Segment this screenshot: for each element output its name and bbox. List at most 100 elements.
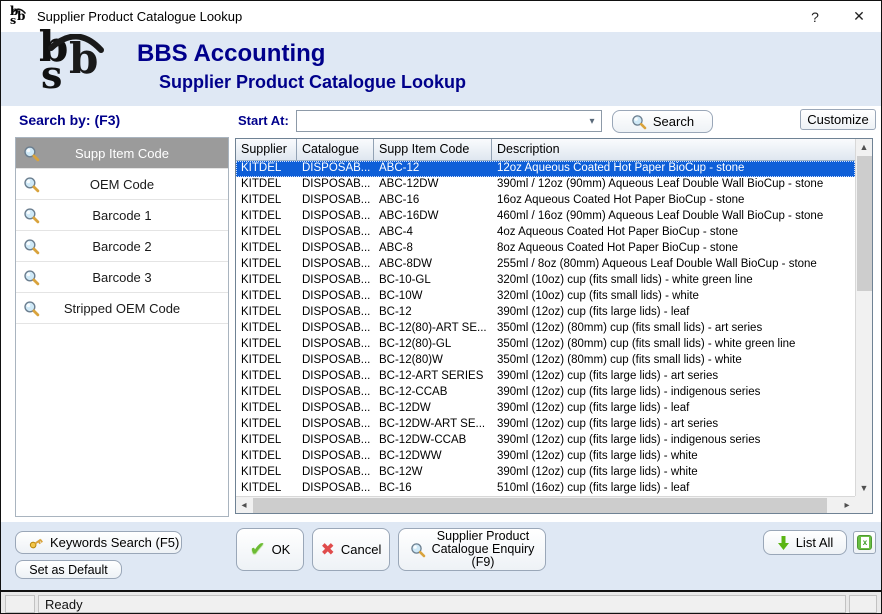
column-header-catalogue[interactable]: Catalogue <box>297 139 374 160</box>
cancel-button[interactable]: ✖ Cancel <box>312 528 390 571</box>
cell-description: 390ml (12oz) cup (fits large lids) - art… <box>492 417 855 433</box>
scroll-right-icon[interactable]: ▸ <box>839 497 855 513</box>
table-row[interactable]: KITDEL DISPOSAB... BC-10W 320ml (10oz) c… <box>236 289 855 305</box>
cell-description: 255ml / 8oz (80mm) Aqueous Leaf Double W… <box>492 257 855 273</box>
cell-catalogue: DISPOSAB... <box>297 305 374 321</box>
set-as-default-label: Set as Default <box>29 563 108 577</box>
cell-supplier: KITDEL <box>236 305 297 321</box>
check-icon: ✔ <box>250 540 266 559</box>
magnifier-icon <box>23 300 40 317</box>
start-at-input[interactable] <box>297 111 583 131</box>
magnifier-icon <box>23 176 40 193</box>
cell-catalogue: DISPOSAB... <box>297 193 374 209</box>
start-at-combobox[interactable]: ▾ <box>296 110 602 132</box>
cell-catalogue: DISPOSAB... <box>297 177 374 193</box>
table-row[interactable]: KITDEL DISPOSAB... BC-12DW 390ml (12oz) … <box>236 401 855 417</box>
scroll-left-icon[interactable]: ◂ <box>236 497 252 513</box>
help-button[interactable]: ? <box>793 1 837 32</box>
search-by-option-oem-code[interactable]: OEM Code <box>16 169 228 200</box>
chevron-down-icon[interactable]: ▾ <box>583 111 601 131</box>
cell-supplier: KITDEL <box>236 449 297 465</box>
column-header-supplier[interactable]: Supplier <box>236 139 297 160</box>
cell-description: 390ml (12oz) cup (fits large lids) - lea… <box>492 401 855 417</box>
table-row[interactable]: KITDEL DISPOSAB... BC-16 510ml (16oz) cu… <box>236 481 855 496</box>
cell-supp-item-code: BC-10W <box>374 289 492 305</box>
table-body: KITDEL DISPOSAB... ABC-12 12oz Aqueous C… <box>236 161 855 496</box>
supplier-product-catalogue-enquiry-button[interactable]: Supplier Product Catalogue Enquiry (F9) <box>398 528 546 571</box>
horizontal-scroll-thumb[interactable] <box>253 498 827 513</box>
cell-supp-item-code: ABC-4 <box>374 225 492 241</box>
search-by-label: Search by: (F3) <box>19 112 120 128</box>
table-row[interactable]: KITDEL DISPOSAB... BC-12DWW 390ml (12oz)… <box>236 449 855 465</box>
customize-button[interactable]: Customize <box>800 109 876 130</box>
cell-supplier: KITDEL <box>236 369 297 385</box>
table-row[interactable]: KITDEL DISPOSAB... BC-12 390ml (12oz) cu… <box>236 305 855 321</box>
cell-supplier: KITDEL <box>236 177 297 193</box>
cell-description: 12oz Aqueous Coated Hot Paper BioCup - s… <box>492 161 855 177</box>
vertical-scrollbar[interactable]: ▲ ▼ <box>855 139 872 496</box>
column-header-description[interactable]: Description <box>492 139 855 160</box>
cell-catalogue: DISPOSAB... <box>297 289 374 305</box>
search-by-option-label: Barcode 2 <box>16 239 228 254</box>
table-row[interactable]: KITDEL DISPOSAB... ABC-8 8oz Aqueous Coa… <box>236 241 855 257</box>
cell-description: 390ml (12oz) cup (fits large lids) - whi… <box>492 465 855 481</box>
search-by-option-barcode-1[interactable]: Barcode 1 <box>16 200 228 231</box>
horizontal-scrollbar[interactable]: ◂ ▸ <box>236 496 855 513</box>
table-row[interactable]: KITDEL DISPOSAB... BC-12W 390ml (12oz) c… <box>236 465 855 481</box>
close-button[interactable]: ✕ <box>837 1 881 32</box>
table-row[interactable]: KITDEL DISPOSAB... ABC-8DW 255ml / 8oz (… <box>236 257 855 273</box>
cell-supp-item-code: ABC-16DW <box>374 209 492 225</box>
table-row[interactable]: KITDEL DISPOSAB... BC-12-CCAB 390ml (12o… <box>236 385 855 401</box>
scroll-down-icon[interactable]: ▼ <box>856 480 872 496</box>
cancel-button-label: Cancel <box>341 542 381 557</box>
search-by-panel: Supp Item Code OEM Code Barcode 1 Barcod… <box>15 137 229 517</box>
status-bar: Ready <box>1 590 881 613</box>
cell-catalogue: DISPOSAB... <box>297 433 374 449</box>
table-row[interactable]: KITDEL DISPOSAB... BC-12(80)-GL 350ml (1… <box>236 337 855 353</box>
list-all-button[interactable]: List All <box>763 530 847 555</box>
excel-export-button[interactable]: x <box>853 531 876 554</box>
cell-description: 390ml / 12oz (90mm) Aqueous Leaf Double … <box>492 177 855 193</box>
table-row[interactable]: KITDEL DISPOSAB... BC-10-GL 320ml (10oz)… <box>236 273 855 289</box>
x-icon: ✖ <box>321 541 335 558</box>
cell-supp-item-code: ABC-12DW <box>374 177 492 193</box>
cell-description: 390ml (12oz) cup (fits large lids) - lea… <box>492 305 855 321</box>
start-at-label: Start At: <box>238 113 289 128</box>
bbs-logo: bbs <box>37 34 137 104</box>
table-row[interactable]: KITDEL DISPOSAB... BC-12DW-CCAB 390ml (1… <box>236 433 855 449</box>
table-row[interactable]: KITDEL DISPOSAB... ABC-16 16oz Aqueous C… <box>236 193 855 209</box>
vertical-scroll-thumb[interactable] <box>857 156 872 291</box>
table-row[interactable]: KITDEL DISPOSAB... ABC-4 4oz Aqueous Coa… <box>236 225 855 241</box>
table-row[interactable]: KITDEL DISPOSAB... BC-12-ART SERIES 390m… <box>236 369 855 385</box>
keywords-search-button[interactable]: Keywords Search (F5) <box>15 531 182 554</box>
cell-description: 4oz Aqueous Coated Hot Paper BioCup - st… <box>492 225 855 241</box>
ok-button[interactable]: ✔ OK <box>236 528 304 571</box>
title-bar: bbs Supplier Product Catalogue Lookup ? … <box>1 1 881 32</box>
table-row[interactable]: KITDEL DISPOSAB... ABC-12DW 390ml / 12oz… <box>236 177 855 193</box>
cell-supplier: KITDEL <box>236 353 297 369</box>
search-by-option-label: Supp Item Code <box>16 146 228 161</box>
column-header-supp-item-code[interactable]: Supp Item Code <box>374 139 492 160</box>
page-title: Supplier Product Catalogue Lookup <box>159 72 466 93</box>
table-row[interactable]: KITDEL DISPOSAB... ABC-12 12oz Aqueous C… <box>236 161 855 177</box>
search-by-option-barcode-3[interactable]: Barcode 3 <box>16 262 228 293</box>
table-row[interactable]: KITDEL DISPOSAB... BC-12DW-ART SE... 390… <box>236 417 855 433</box>
cell-supplier: KITDEL <box>236 337 297 353</box>
cell-supp-item-code: ABC-16 <box>374 193 492 209</box>
magnifier-icon <box>23 145 40 162</box>
cell-supp-item-code: ABC-8DW <box>374 257 492 273</box>
catalogue-table: Supplier Catalogue Supp Item Code Descri… <box>235 138 873 514</box>
set-as-default-button[interactable]: Set as Default <box>15 560 122 579</box>
search-button[interactable]: Search <box>612 110 713 133</box>
scroll-up-icon[interactable]: ▲ <box>856 139 872 155</box>
cell-catalogue: DISPOSAB... <box>297 321 374 337</box>
search-by-option-stripped-oem-code[interactable]: Stripped OEM Code <box>16 293 228 324</box>
table-row[interactable]: KITDEL DISPOSAB... BC-12(80)-ART SE... 3… <box>236 321 855 337</box>
key-icon <box>28 535 44 551</box>
search-by-option-supp-item-code[interactable]: Supp Item Code <box>16 138 228 169</box>
search-by-option-barcode-2[interactable]: Barcode 2 <box>16 231 228 262</box>
table-row[interactable]: KITDEL DISPOSAB... BC-12(80)W 350ml (12o… <box>236 353 855 369</box>
cell-supp-item-code: ABC-8 <box>374 241 492 257</box>
table-row[interactable]: KITDEL DISPOSAB... ABC-16DW 460ml / 16oz… <box>236 209 855 225</box>
search-by-option-label: Stripped OEM Code <box>16 301 228 316</box>
